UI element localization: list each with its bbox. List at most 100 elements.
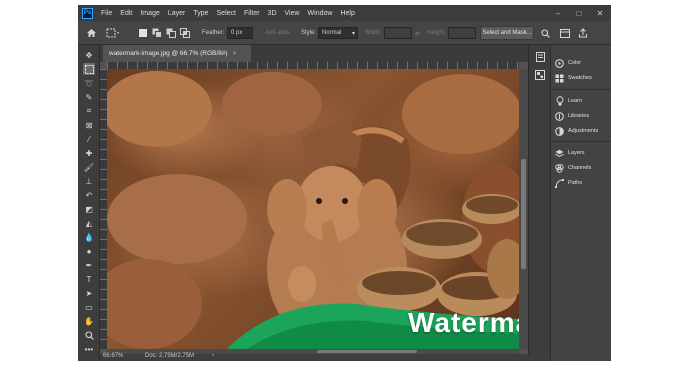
layers-icon <box>555 149 564 158</box>
height-input[interactable] <box>448 27 476 39</box>
menu-edit[interactable]: Edit <box>120 10 132 17</box>
menu-type[interactable]: Type <box>193 10 208 17</box>
menu-file[interactable]: File <box>101 10 112 17</box>
feather-input[interactable]: 0 px <box>227 27 253 39</box>
panel-paths[interactable]: Paths <box>555 177 582 189</box>
options-bar: Feather: 0 px Anti-alias Style: Normal ▾ … <box>78 21 611 45</box>
history-brush-tool-icon[interactable]: ↶ <box>83 189 95 201</box>
more-tools-icon[interactable]: ••• <box>83 343 95 355</box>
lasso-tool-icon[interactable]: ➰ <box>83 77 95 89</box>
type-tool-icon[interactable]: T <box>83 273 95 285</box>
close-tab-icon[interactable]: × <box>233 50 237 57</box>
rectangular-marquee-tool-icon[interactable] <box>83 63 95 75</box>
eyedropper-tool-icon[interactable]: ⁄ <box>83 133 95 145</box>
document-tab-bar: watermark-image.jpg @ 66.7% (RGB/8#) × <box>100 45 550 62</box>
maximize-button[interactable]: □ <box>569 5 589 21</box>
minimize-button[interactable]: – <box>548 5 568 21</box>
properties-panel-icon[interactable] <box>534 69 546 81</box>
menu-layer[interactable]: Layer <box>168 10 186 17</box>
clone-stamp-tool-icon[interactable]: ⊥ <box>83 175 95 187</box>
search-icon[interactable] <box>541 21 550 45</box>
photoshop-logo-icon: Ps <box>82 7 93 19</box>
history-panel-icon[interactable] <box>534 51 546 63</box>
panel-channels-label: Channels <box>568 165 592 171</box>
style-label: Style: <box>301 30 317 36</box>
share-icon[interactable] <box>578 21 588 45</box>
panels-column: Color Swatches Learn Libraries Adjustmen… <box>550 45 611 361</box>
frame-tool-icon[interactable]: ⊠ <box>83 119 95 131</box>
panel-swatches-label: Swatches <box>568 75 592 81</box>
status-menu-arrow-icon[interactable]: › <box>212 353 214 359</box>
photoshop-window: Ps File Edit Image Layer Type Select Fil… <box>78 5 611 361</box>
vertical-ruler <box>100 69 107 349</box>
panel-color[interactable]: Color <box>555 57 581 69</box>
close-window-button[interactable]: ✕ <box>590 5 610 21</box>
home-icon[interactable] <box>86 21 97 45</box>
style-value: Normal <box>322 30 342 36</box>
height-label: Height: <box>427 30 447 36</box>
channels-icon <box>555 163 564 173</box>
vertical-scrollbar[interactable] <box>519 69 528 349</box>
status-bar: 66.67% Doc: 2.75M/2.75M › <box>100 353 550 361</box>
menu-image[interactable]: Image <box>140 10 159 17</box>
panel-libraries[interactable]: Libraries <box>555 110 589 122</box>
panel-divider <box>551 89 611 90</box>
zoom-tool-icon[interactable] <box>83 329 95 341</box>
panel-learn[interactable]: Learn <box>555 95 582 107</box>
panel-libraries-label: Libraries <box>568 113 590 119</box>
menu-help[interactable]: Help <box>340 10 354 17</box>
add-to-selection-icon[interactable] <box>152 28 162 38</box>
width-input[interactable] <box>384 27 412 39</box>
rectangle-tool-icon[interactable]: ▭ <box>83 301 95 313</box>
brush-tool-icon[interactable]: 🖌 <box>83 161 95 173</box>
swatches-icon <box>555 74 564 83</box>
panel-layers-label: Layers <box>568 150 585 156</box>
panel-layers[interactable]: Layers <box>555 147 585 159</box>
panel-learn-label: Learn <box>568 98 583 104</box>
menu-filter[interactable]: Filter <box>244 10 260 17</box>
tools-panel: ✥ ➰ ✎ ⌗ ⊠ ⁄ ✚ 🖌 ⊥ ↶ ◩ ◭ 💧 ● ✒ T ➤ ▭ ✋ ••… <box>78 45 100 361</box>
blur-tool-icon[interactable]: 💧 <box>83 231 95 243</box>
horizontal-scroll-thumb[interactable] <box>317 350 417 353</box>
eraser-tool-icon[interactable]: ◩ <box>83 203 95 215</box>
style-select[interactable]: Normal ▾ <box>318 27 358 39</box>
panel-swatches[interactable]: Swatches <box>555 72 592 84</box>
panel-adjustments[interactable]: Adjustments <box>555 125 598 137</box>
move-tool-icon[interactable]: ✥ <box>83 49 95 61</box>
marquee-preset-icon[interactable] <box>106 21 120 45</box>
menu-view[interactable]: View <box>285 10 300 17</box>
workspace-icon[interactable] <box>560 21 570 45</box>
document-size: Doc: 2.75M/2.75M <box>145 353 195 359</box>
healing-brush-tool-icon[interactable]: ✚ <box>83 147 95 159</box>
feather-label: Feather: <box>202 30 225 36</box>
paths-icon <box>555 178 564 188</box>
menu-select[interactable]: Select <box>217 10 236 17</box>
new-selection-icon[interactable] <box>138 28 148 38</box>
select-and-mask-button[interactable]: Select and Mask... <box>480 26 534 40</box>
quick-selection-tool-icon[interactable]: ✎ <box>83 91 95 103</box>
pen-tool-icon[interactable]: ✒ <box>83 259 95 271</box>
swap-dimensions-icon[interactable]: ⇄ <box>415 21 420 45</box>
anti-alias-checkbox[interactable]: Anti-alias <box>265 21 290 45</box>
panel-channels[interactable]: Channels <box>555 162 591 174</box>
zoom-level[interactable]: 66.67% <box>103 353 123 359</box>
vertical-scroll-thumb[interactable] <box>521 159 526 269</box>
panel-color-label: Color <box>568 60 582 66</box>
panel-adjustments-label: Adjustments <box>568 128 599 134</box>
horizontal-ruler <box>107 62 519 69</box>
menu-3d[interactable]: 3D <box>268 10 277 17</box>
panel-divider <box>551 141 611 142</box>
hand-tool-icon[interactable]: ✋ <box>83 315 95 327</box>
subtract-from-selection-icon[interactable] <box>166 28 176 38</box>
path-selection-tool-icon[interactable]: ➤ <box>83 287 95 299</box>
intersect-selection-icon[interactable] <box>180 28 190 38</box>
dodge-tool-icon[interactable]: ● <box>83 245 95 257</box>
document-tab[interactable]: watermark-image.jpg @ 66.7% (RGB/8#) × <box>103 45 251 62</box>
lightbulb-icon <box>555 96 564 106</box>
color-wheel-icon <box>555 58 564 68</box>
crop-tool-icon[interactable]: ⌗ <box>83 105 95 117</box>
document-title: watermark-image.jpg @ 66.7% (RGB/8#) <box>109 50 228 57</box>
panel-dock <box>528 45 550 354</box>
menu-window[interactable]: Window <box>308 10 333 17</box>
paint-bucket-tool-icon[interactable]: ◭ <box>83 217 95 229</box>
